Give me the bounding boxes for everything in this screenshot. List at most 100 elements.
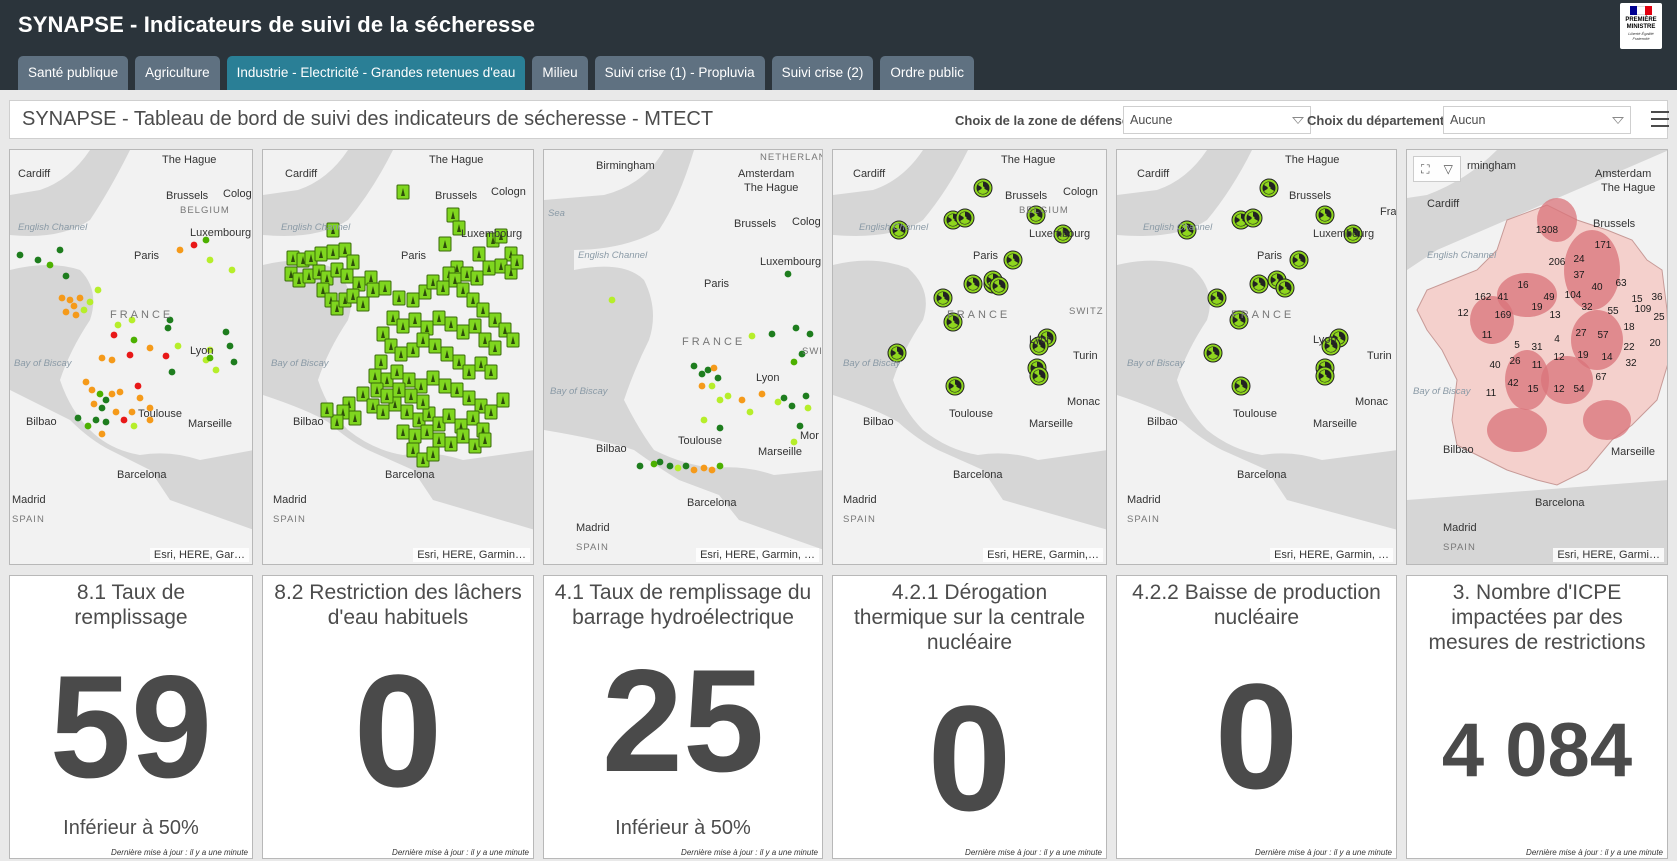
dam-marker[interactable] — [426, 446, 440, 462]
dam-marker[interactable] — [436, 280, 450, 296]
map-restriction-lachers[interactable]: Cardiff The Hague Brussels Cologn Luxemb… — [262, 149, 534, 565]
dam-marker[interactable] — [478, 432, 492, 448]
map-baisse-production-nucleaire[interactable]: Cardiff The Hague Brussels Fra Luxembour… — [1116, 149, 1397, 565]
map-marker[interactable] — [674, 464, 682, 472]
chevron-down-icon[interactable]: ▽ — [1444, 162, 1453, 176]
map-marker[interactable] — [690, 466, 698, 474]
hamburger-menu-icon[interactable] — [1651, 111, 1669, 127]
map-marker[interactable] — [130, 336, 138, 344]
dam-marker[interactable] — [468, 318, 482, 334]
map-marker[interactable] — [108, 356, 116, 364]
map-marker[interactable] — [698, 382, 706, 390]
map-marker[interactable] — [74, 414, 82, 422]
nuclear-plant-marker[interactable] — [1289, 250, 1309, 270]
map-marker[interactable] — [206, 256, 214, 264]
dam-marker[interactable] — [376, 404, 390, 420]
dam-marker[interactable] — [444, 316, 458, 332]
dam-marker[interactable] — [482, 260, 496, 276]
nuclear-plant-marker[interactable] — [973, 178, 993, 198]
map-marker[interactable] — [130, 422, 138, 430]
map-marker[interactable] — [72, 311, 80, 319]
dam-marker[interactable] — [442, 408, 456, 424]
map-marker[interactable] — [746, 408, 754, 416]
map-marker[interactable] — [784, 270, 792, 278]
tab-ordre-public[interactable]: Ordre public — [880, 56, 974, 90]
tab-milieu[interactable]: Milieu — [532, 56, 588, 90]
map-marker[interactable] — [780, 394, 788, 402]
map-marker[interactable] — [108, 390, 116, 398]
map-marker[interactable] — [134, 382, 142, 390]
dam-marker[interactable] — [416, 332, 430, 348]
dam-marker[interactable] — [450, 382, 464, 398]
dam-marker[interactable] — [396, 318, 410, 334]
dam-marker[interactable] — [444, 436, 458, 452]
map-marker[interactable] — [700, 464, 708, 472]
nuclear-plant-marker[interactable] — [1259, 178, 1279, 198]
map-marker[interactable] — [56, 246, 64, 254]
map-marker[interactable] — [716, 424, 724, 432]
nuclear-plant-marker[interactable] — [1243, 208, 1263, 228]
dam-marker[interactable] — [340, 268, 354, 284]
map-marker[interactable] — [212, 366, 220, 374]
map-marker[interactable] — [174, 342, 182, 350]
nuclear-plant-marker[interactable] — [1203, 343, 1223, 363]
dam-marker[interactable] — [356, 296, 370, 312]
nuclear-plant-marker[interactable] — [955, 208, 975, 228]
dam-marker[interactable] — [506, 332, 520, 348]
map-marker[interactable] — [792, 324, 800, 332]
map-marker[interactable] — [790, 358, 798, 366]
map-icpe-restrictions[interactable]: 1308 206 24 171 37 16 49 104 40 63 15 169 19 13 32 55 10… — [1406, 149, 1668, 565]
map-marker[interactable] — [128, 408, 136, 416]
map-marker[interactable] — [34, 256, 42, 264]
map-marker[interactable] — [716, 396, 724, 404]
dam-marker[interactable] — [472, 246, 486, 262]
map-marker[interactable] — [704, 366, 712, 374]
map-marker[interactable] — [666, 462, 674, 470]
map-marker[interactable] — [700, 416, 708, 424]
dam-marker[interactable] — [390, 364, 404, 380]
map-marker[interactable] — [796, 422, 804, 430]
map-marker[interactable] — [86, 298, 94, 306]
map-marker[interactable] — [114, 321, 122, 329]
map-marker[interactable] — [102, 396, 110, 404]
dam-marker[interactable] — [426, 370, 440, 386]
dam-marker[interactable] — [406, 292, 420, 308]
map-marker[interactable] — [102, 418, 110, 426]
map-marker[interactable] — [682, 462, 690, 470]
map-barrage-hydroelectrique[interactable]: Birmingham NETHERLANDS Amsterdam The Hag… — [543, 149, 823, 565]
map-marker[interactable] — [806, 330, 814, 338]
map-marker[interactable] — [96, 390, 104, 398]
map-marker[interactable] — [636, 462, 644, 470]
dam-marker[interactable] — [400, 404, 414, 420]
dam-marker[interactable] — [446, 207, 460, 223]
tab-agriculture[interactable]: Agriculture — [135, 56, 220, 90]
dam-marker[interactable] — [456, 324, 470, 340]
tab-industrie-electricite[interactable]: Industrie - Electricité - Grandes retenu… — [226, 56, 526, 90]
map-marker[interactable] — [120, 416, 128, 424]
dam-marker[interactable] — [456, 428, 470, 444]
map-marker[interactable] — [774, 398, 782, 406]
map-marker[interactable] — [62, 308, 70, 316]
map-marker[interactable] — [136, 394, 144, 402]
tab-suivi-crise-1[interactable]: Suivi crise (1) - Propluvia — [594, 56, 765, 90]
dam-marker[interactable] — [366, 282, 380, 298]
dam-marker[interactable] — [396, 424, 410, 440]
map-marker[interactable] — [176, 246, 184, 254]
dam-marker[interactable] — [394, 346, 408, 362]
map-marker[interactable] — [76, 294, 84, 302]
map-marker[interactable] — [66, 296, 74, 304]
zone-select[interactable]: Aucune — [1123, 106, 1311, 134]
dam-marker[interactable] — [470, 270, 484, 286]
map-marker[interactable] — [226, 342, 234, 350]
dam-marker[interactable] — [348, 410, 362, 426]
nuclear-plant-marker[interactable] — [1249, 274, 1269, 294]
dam-marker[interactable] — [346, 254, 360, 270]
nuclear-plant-marker[interactable] — [1275, 278, 1295, 298]
dam-marker[interactable] — [484, 404, 498, 420]
nuclear-plant-marker[interactable] — [945, 376, 965, 396]
dam-marker[interactable] — [320, 402, 334, 418]
map-marker[interactable] — [110, 331, 118, 339]
tab-sante-publique[interactable]: Santé publique — [18, 56, 129, 90]
map-marker[interactable] — [228, 266, 236, 274]
map-marker[interactable] — [84, 422, 92, 430]
